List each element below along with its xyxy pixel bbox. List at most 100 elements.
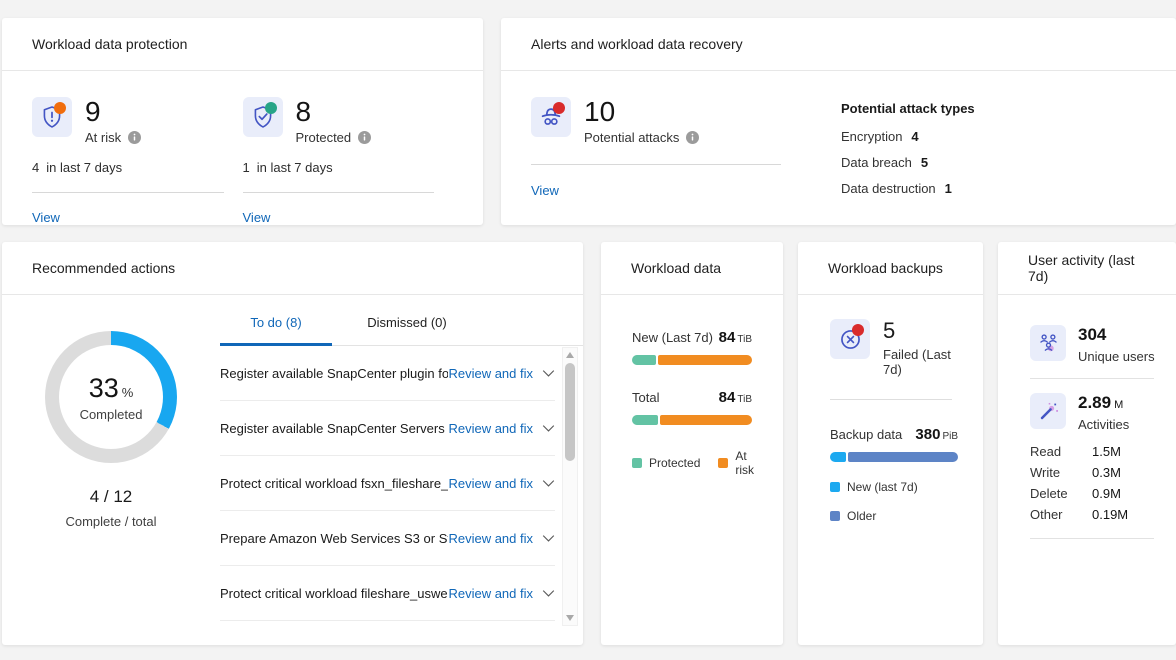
total-data-label: Total (632, 390, 659, 405)
chevron-down-icon[interactable] (542, 589, 555, 598)
attack-type-row: Encryption4 (841, 129, 975, 144)
complete-ratio-label: Complete / total (2, 514, 220, 529)
users-icon-tile (1030, 325, 1066, 361)
protected-label: Protected (296, 130, 352, 145)
tab-todo[interactable]: To do (8) (220, 315, 332, 346)
info-icon[interactable] (358, 131, 371, 144)
backups-legend: New (last 7d) Older (830, 480, 958, 523)
muted-blue-swatch (830, 511, 840, 521)
new-segment (830, 452, 846, 462)
divider (1030, 538, 1154, 539)
tab-dismissed[interactable]: Dismissed (0) (332, 315, 482, 345)
chevron-down-icon[interactable] (542, 534, 555, 543)
unique-users-stat: 304 Unique users (1030, 325, 1164, 364)
backup-data-value: 380 (915, 426, 940, 443)
workload-data-protection-card: Workload data protection 9 (2, 18, 483, 225)
protected-count: 8 (296, 97, 372, 127)
protected-segment (632, 415, 658, 425)
divider (243, 192, 435, 193)
shield-alert-icon-tile (32, 97, 72, 137)
activities-unit: M (1114, 399, 1123, 411)
card-title: Workload backups (798, 242, 983, 295)
at-risk-segment (660, 415, 752, 425)
review-and-fix[interactable]: Review and fix (448, 531, 555, 546)
new-data-row: New (Last 7d) 84TiB (632, 329, 752, 365)
protected-segment (632, 355, 656, 365)
potential-attacks-count: 10 (584, 97, 699, 127)
attack-badge (553, 102, 565, 114)
alert-badge (54, 102, 66, 114)
card-title: User activity (last 7d) (998, 242, 1176, 295)
at-risk-stat: 9 At risk 4in last 7 days View (32, 97, 243, 225)
unique-users-count: 304 (1078, 325, 1155, 345)
users-group-icon (1036, 331, 1061, 356)
spy-icon-tile (531, 97, 571, 137)
info-icon[interactable] (128, 131, 141, 144)
workload-data-card: Workload data New (Last 7d) 84TiB Total … (601, 242, 783, 645)
review-and-fix[interactable]: Review and fix (448, 586, 555, 601)
activity-row: Read1.5M (1030, 444, 1164, 459)
activity-row: Delete0.9M (1030, 486, 1164, 501)
dashboard: Workload data protection 9 (0, 0, 1176, 660)
older-segment (848, 452, 958, 462)
alerts-recovery-card: Alerts and workload data recovery (501, 18, 1176, 225)
potential-attacks-label: Potential attacks (584, 130, 679, 145)
backup-data-bar (830, 452, 958, 462)
unique-users-label: Unique users (1078, 349, 1155, 364)
orange-swatch (718, 458, 728, 468)
failed-label: Failed (Last 7d) (883, 347, 958, 377)
protected-view-link[interactable]: View (243, 210, 271, 225)
action-row: Register available SnapCenter Servers wi… (220, 401, 555, 456)
new-data-label: New (Last 7d) (632, 330, 713, 345)
action-title: Register available SnapCenter plugin for… (220, 366, 448, 381)
alerts-view-link[interactable]: View (531, 183, 559, 198)
at-risk-segment (658, 355, 752, 365)
activity-row: Write0.3M (1030, 465, 1164, 480)
action-row: Register available SnapCenter plugin for… (220, 346, 555, 401)
action-title: Protect critical workload fileshare_uswe… (220, 586, 448, 601)
complete-ratio: 4 / 12 (2, 487, 220, 507)
scrollbar[interactable] (562, 347, 578, 626)
card-title: Alerts and workload data recovery (501, 18, 1176, 71)
action-row: Prepare Amazon Web Services S3 or Storag… (220, 511, 555, 566)
total-data-bar (632, 415, 752, 425)
activity-row: Other0.19M (1030, 507, 1164, 522)
review-and-fix[interactable]: Review and fix (448, 476, 555, 491)
activities-count: 2.89 (1078, 393, 1111, 412)
chevron-down-icon[interactable] (542, 424, 555, 433)
backup-data-label: Backup data (830, 427, 902, 442)
divider (830, 399, 952, 400)
chevron-down-icon[interactable] (542, 369, 555, 378)
new-data-unit: TiB (737, 334, 752, 345)
legend-older: Older (830, 509, 958, 523)
legend-protected: Protected (632, 449, 700, 477)
failed-badge (852, 324, 864, 336)
potential-attacks-stat: 10 Potential attacks View (531, 97, 831, 198)
legend-at-risk: At risk (718, 449, 754, 477)
completion-label: Completed (80, 407, 143, 422)
chevron-down-icon[interactable] (542, 479, 555, 488)
protected-badge (265, 102, 277, 114)
completion-percent: 33 (89, 373, 119, 403)
action-title: Prepare Amazon Web Services S3 or Storag… (220, 531, 448, 546)
at-risk-view-link[interactable]: View (32, 210, 60, 225)
percent-sign: % (122, 385, 134, 400)
scroll-down-arrow-icon[interactable] (566, 615, 574, 621)
protected-stat: 8 Protected 1in last 7 days View (243, 97, 454, 225)
divider (1030, 378, 1154, 379)
action-row: Protect critical workload fsxn_fileshare… (220, 456, 555, 511)
scroll-up-arrow-icon[interactable] (566, 352, 574, 358)
review-and-fix[interactable]: Review and fix (448, 421, 555, 436)
info-icon[interactable] (686, 131, 699, 144)
new-data-bar (632, 355, 752, 365)
attack-types-heading: Potential attack types (841, 101, 975, 116)
at-risk-delta: 4in last 7 days (32, 160, 243, 175)
card-title: Workload data (601, 242, 783, 295)
failed-backup-icon-tile (830, 319, 870, 359)
actions-list: Register available SnapCenter plugin for… (220, 346, 555, 621)
attack-type-row: Data breach5 (841, 155, 975, 170)
review-and-fix[interactable]: Review and fix (448, 366, 555, 381)
completion-donut-pane: 33% Completed 4 / 12 Complete / total (2, 295, 220, 529)
failed-count: 5 (883, 319, 958, 343)
scrollbar-thumb[interactable] (565, 363, 575, 461)
